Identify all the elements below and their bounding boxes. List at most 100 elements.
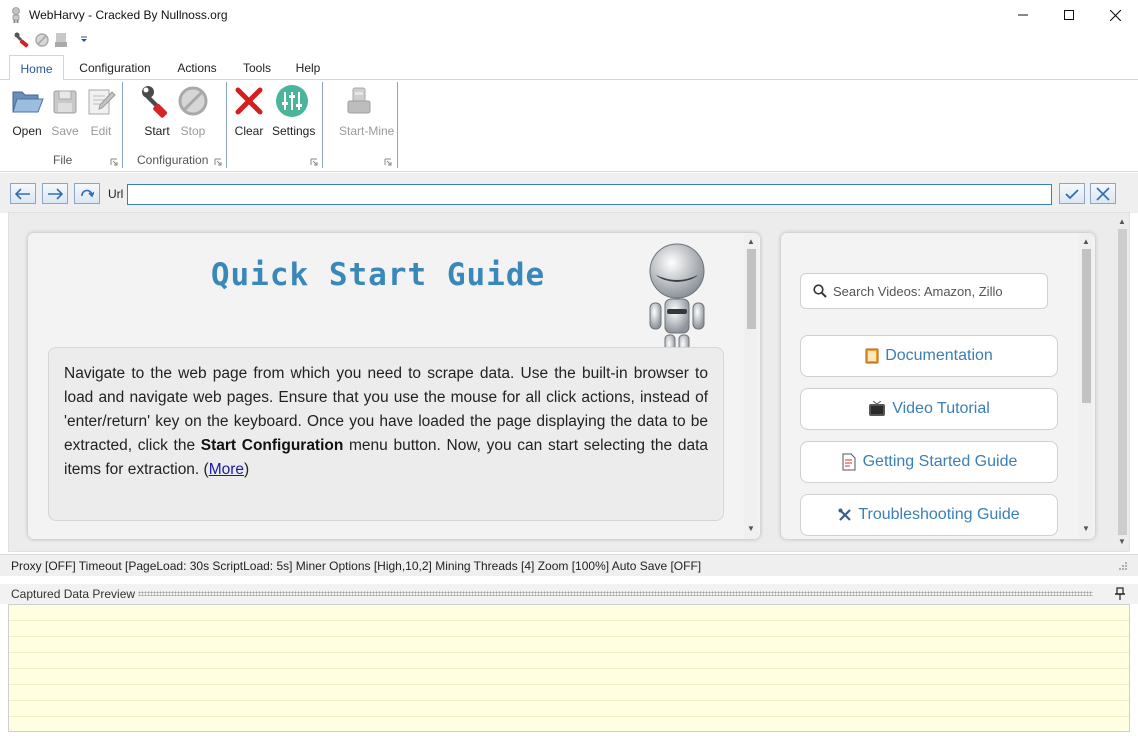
mine-launcher-icon[interactable] bbox=[384, 158, 392, 166]
back-button[interactable] bbox=[10, 183, 36, 204]
start-mine-button[interactable]: Start-Mine bbox=[339, 84, 395, 138]
video-tutorial-link[interactable]: Video Tutorial bbox=[800, 388, 1058, 430]
stop-icon bbox=[178, 86, 208, 116]
edit-icon bbox=[88, 89, 116, 115]
forward-button[interactable] bbox=[42, 183, 68, 204]
troubleshooting-link[interactable]: Troubleshooting Guide bbox=[800, 494, 1058, 536]
video-tutorial-label: Video Tutorial bbox=[892, 400, 990, 417]
ribbon-separator bbox=[122, 82, 123, 168]
troubleshooting-label: Troubleshooting Guide bbox=[858, 506, 1020, 523]
quick-access-toolbar bbox=[0, 30, 1138, 52]
guide-scrollbar[interactable]: ▲ ▼ bbox=[744, 233, 758, 539]
save-label: Save bbox=[51, 124, 79, 138]
red-x-icon bbox=[235, 87, 263, 115]
go-button[interactable] bbox=[1059, 183, 1085, 204]
tab-help[interactable]: Help bbox=[287, 55, 329, 80]
quick-start-card: Quick Start Guide Navigate to the web pa… bbox=[28, 233, 760, 539]
tv-icon bbox=[869, 401, 886, 416]
document-icon bbox=[842, 453, 856, 471]
open-button[interactable]: Open bbox=[7, 84, 47, 138]
app-robot-icon bbox=[12, 7, 20, 23]
scrollbar-thumb[interactable] bbox=[747, 249, 756, 329]
scroll-down-icon[interactable]: ▼ bbox=[1117, 537, 1127, 547]
guide-paragraph: Navigate to the web page from which you … bbox=[64, 362, 708, 482]
configuration-group-label: Configuration bbox=[137, 153, 209, 167]
scroll-down-icon[interactable]: ▼ bbox=[1081, 524, 1091, 534]
checkmark-icon bbox=[1065, 188, 1079, 199]
captured-data-preview[interactable] bbox=[8, 604, 1130, 732]
browser-view[interactable]: Quick Start Guide Navigate to the web pa… bbox=[8, 212, 1130, 552]
refresh-button[interactable] bbox=[74, 183, 100, 204]
close-button[interactable] bbox=[1092, 0, 1138, 30]
scroll-up-icon[interactable]: ▲ bbox=[1117, 217, 1127, 227]
start-mine-label: Start-Mine bbox=[339, 124, 395, 138]
scrollbar-thumb[interactable] bbox=[1082, 249, 1091, 403]
getting-started-link[interactable]: Getting Started Guide bbox=[800, 441, 1058, 483]
documentation-link[interactable]: Documentation bbox=[800, 335, 1058, 377]
resize-grip-icon[interactable] bbox=[1118, 561, 1128, 571]
tab-actions[interactable]: Actions bbox=[167, 55, 227, 80]
resources-card: Search Videos: Amazon, Zillo Documentati… bbox=[781, 233, 1095, 539]
clear-label: Clear bbox=[234, 124, 264, 138]
stop-button[interactable]: Stop bbox=[173, 84, 213, 138]
cancel-url-button[interactable] bbox=[1090, 183, 1116, 204]
refresh-icon bbox=[81, 189, 94, 197]
search-icon bbox=[813, 284, 827, 298]
preview-title: Captured Data Preview bbox=[11, 587, 136, 601]
navigation-bar: Url bbox=[0, 173, 1138, 213]
guide-text-part3: ) bbox=[244, 461, 250, 478]
more-link[interactable]: More bbox=[209, 461, 244, 478]
edit-button[interactable]: Edit bbox=[81, 84, 121, 138]
miner-icon bbox=[347, 87, 371, 114]
guide-title: Quick Start Guide bbox=[210, 257, 546, 293]
misc-launcher-icon[interactable] bbox=[310, 158, 318, 166]
file-launcher-icon[interactable] bbox=[110, 158, 118, 166]
ribbon-separator bbox=[322, 82, 323, 168]
qat-start-wrench-icon[interactable] bbox=[14, 32, 32, 48]
close-icon bbox=[1109, 9, 1121, 21]
video-search-placeholder: Search Videos: Amazon, Zillo bbox=[833, 283, 1003, 299]
browser-scrollbar[interactable]: ▲ ▼ bbox=[1115, 213, 1129, 551]
settings-button[interactable]: Settings bbox=[272, 84, 316, 138]
scroll-up-icon[interactable]: ▲ bbox=[1081, 237, 1091, 247]
status-bar: Proxy [OFF] Timeout [PageLoad: 30s Scrip… bbox=[0, 554, 1138, 576]
save-button[interactable]: Save bbox=[45, 84, 85, 138]
maximize-button[interactable] bbox=[1046, 0, 1092, 30]
sliders-icon bbox=[276, 85, 308, 117]
settings-label: Settings bbox=[272, 124, 316, 138]
arrow-left-icon bbox=[15, 187, 30, 200]
ribbon-tabs: Home Configuration Actions Tools Help bbox=[0, 55, 1138, 81]
tab-tools[interactable]: Tools bbox=[232, 55, 282, 80]
start-button[interactable]: Start bbox=[137, 84, 177, 138]
customize-dropdown-icon[interactable] bbox=[80, 36, 88, 44]
tab-configuration[interactable]: Configuration bbox=[70, 55, 160, 80]
pin-icon[interactable] bbox=[1114, 587, 1126, 601]
panel-drag-handle[interactable] bbox=[138, 591, 1093, 596]
arrow-right-icon bbox=[48, 187, 63, 200]
open-label: Open bbox=[12, 124, 42, 138]
ribbon-separator bbox=[397, 82, 398, 168]
scrollbar-thumb[interactable] bbox=[1118, 229, 1127, 535]
scroll-up-icon[interactable]: ▲ bbox=[746, 237, 756, 247]
ribbon-separator bbox=[226, 82, 227, 168]
resources-scrollbar[interactable]: ▲ ▼ bbox=[1079, 233, 1093, 539]
qat-stop-icon[interactable] bbox=[35, 33, 49, 47]
qat-mine-icon[interactable] bbox=[54, 32, 68, 48]
video-search-input[interactable]: Search Videos: Amazon, Zillo bbox=[800, 273, 1048, 309]
tab-home[interactable]: Home bbox=[9, 55, 64, 81]
getting-started-label: Getting Started Guide bbox=[862, 453, 1018, 470]
minimize-button[interactable] bbox=[1000, 0, 1046, 30]
minimize-icon bbox=[1018, 14, 1028, 16]
guide-instructions-box: Navigate to the web page from which you … bbox=[48, 347, 724, 521]
configuration-launcher-icon[interactable] bbox=[214, 158, 222, 166]
scroll-down-icon[interactable]: ▼ bbox=[746, 524, 756, 534]
book-icon bbox=[865, 348, 879, 364]
start-label: Start bbox=[144, 124, 170, 138]
clear-button[interactable]: Clear bbox=[229, 84, 269, 138]
tools-icon bbox=[838, 508, 852, 521]
folder-open-icon bbox=[12, 91, 44, 113]
guide-text-bold: Start Configuration bbox=[200, 437, 344, 454]
preview-panel-header: Captured Data Preview bbox=[0, 584, 1138, 604]
close-x-icon bbox=[1096, 186, 1110, 201]
url-input[interactable] bbox=[127, 184, 1052, 205]
